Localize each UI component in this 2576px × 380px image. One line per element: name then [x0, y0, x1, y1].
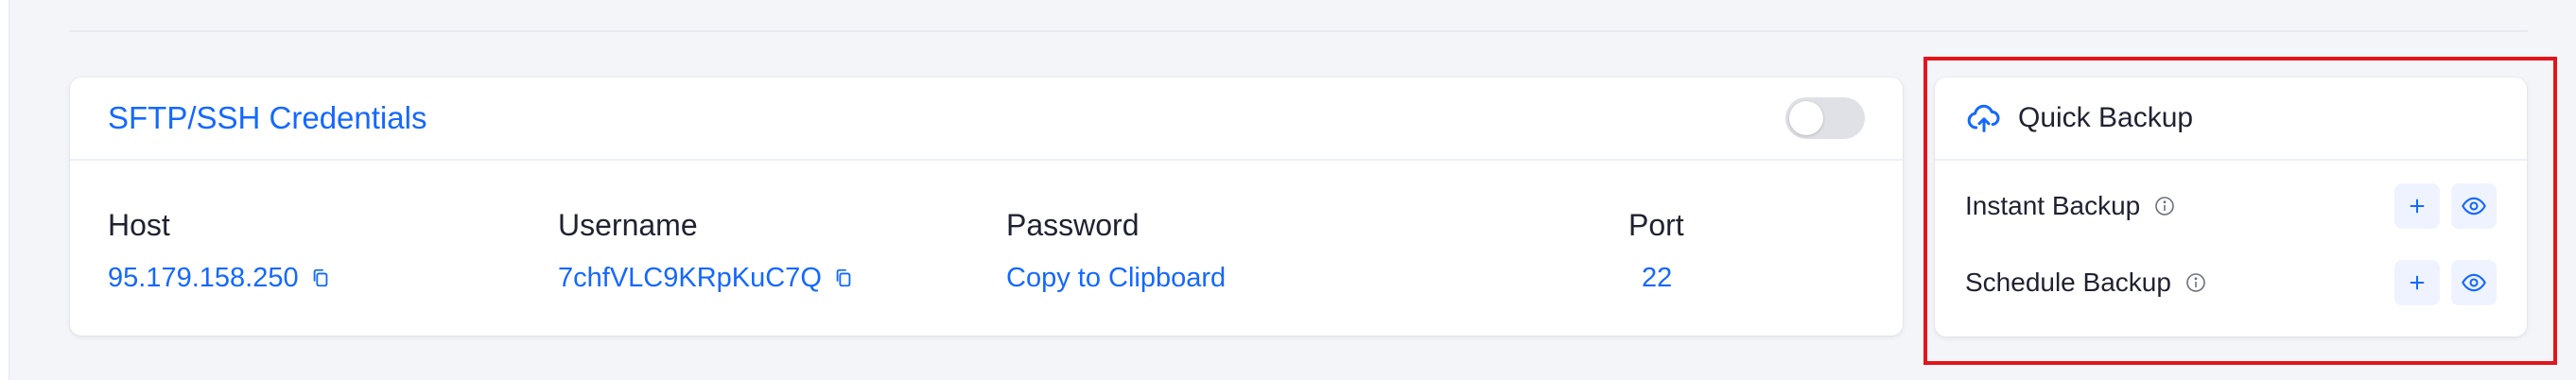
- copy-password-link[interactable]: Copy to Clipboard: [1006, 259, 1226, 297]
- copy-icon[interactable]: [310, 268, 331, 288]
- row-label-group: Schedule Backup: [1965, 268, 2207, 298]
- quick-backup-card: Quick Backup Instant Backup Schedule Bac…: [1935, 78, 2527, 337]
- sftp-credentials-card: SFTP/SSH Credentials Host 95.179.158.250…: [70, 78, 1903, 336]
- section-divider: [69, 30, 2528, 32]
- sftp-card-title: SFTP/SSH Credentials: [108, 100, 427, 135]
- row-label-group: Instant Backup: [1965, 191, 2176, 221]
- username-label: Username: [558, 208, 698, 242]
- username-value: 7chfVLC9KRpKuC7Q: [558, 263, 822, 293]
- quick-backup-header: Quick Backup: [1935, 78, 2527, 161]
- username-column: Username 7chfVLC9KRpKuC7Q: [558, 204, 854, 297]
- plus-icon: [2410, 199, 2425, 214]
- sftp-toggle[interactable]: [1785, 97, 1865, 139]
- row-actions: [2394, 183, 2497, 229]
- add-instant-backup-button[interactable]: [2394, 183, 2440, 229]
- host-value-copy[interactable]: 95.179.158.250: [108, 259, 331, 297]
- host-column: Host 95.179.158.250: [108, 204, 331, 297]
- quick-backup-title: Quick Backup: [2018, 102, 2194, 133]
- sidebar-edge: [0, 0, 9, 380]
- add-schedule-backup-button[interactable]: [2394, 260, 2440, 305]
- port-column: Port 22: [1628, 204, 1684, 297]
- sftp-card-header: SFTP/SSH Credentials: [70, 78, 1903, 161]
- view-instant-backup-button[interactable]: [2451, 183, 2497, 229]
- copy-icon[interactable]: [833, 268, 854, 288]
- password-column: Password Copy to Clipboard: [1006, 204, 1226, 297]
- row-actions: [2394, 260, 2497, 305]
- info-icon[interactable]: [2184, 271, 2207, 294]
- toggle-knob: [1789, 101, 1823, 135]
- eye-icon: [2462, 273, 2486, 292]
- instant-backup-label: Instant Backup: [1965, 191, 2141, 220]
- backup-row-schedule: Schedule Backup: [1965, 260, 2497, 305]
- plus-icon: [2410, 275, 2425, 290]
- cloud-upload-icon: [1967, 104, 2000, 132]
- port-value: 22: [1642, 263, 1673, 293]
- password-label: Password: [1006, 208, 1140, 242]
- view-schedule-backup-button[interactable]: [2451, 260, 2497, 305]
- eye-icon: [2462, 197, 2486, 216]
- schedule-backup-label: Schedule Backup: [1965, 268, 2171, 297]
- backup-row-instant: Instant Backup: [1965, 183, 2497, 229]
- port-label: Port: [1628, 208, 1684, 242]
- info-icon[interactable]: [2153, 195, 2176, 217]
- host-value: 95.179.158.250: [108, 263, 299, 293]
- username-value-copy[interactable]: 7chfVLC9KRpKuC7Q: [558, 259, 854, 297]
- host-label: Host: [108, 208, 170, 242]
